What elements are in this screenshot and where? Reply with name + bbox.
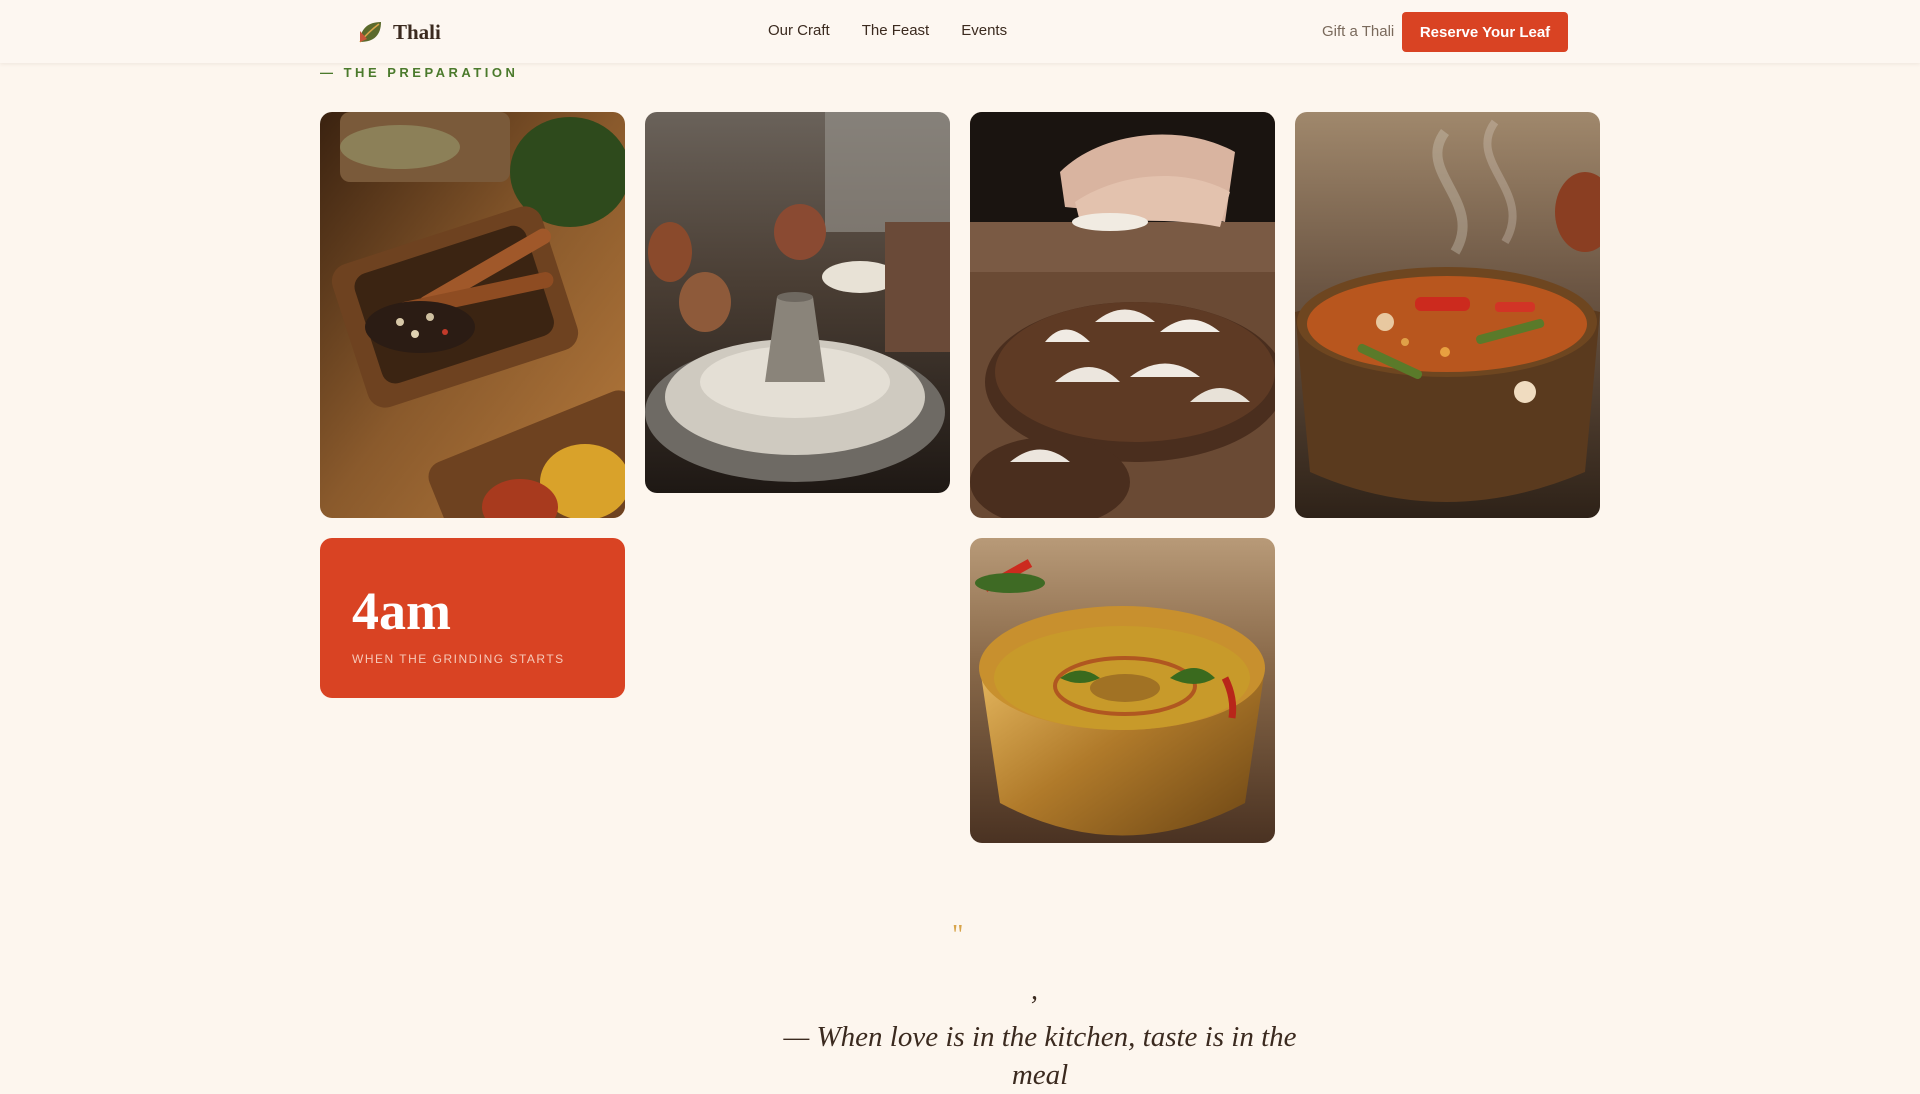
leaf-icon: [359, 22, 381, 43]
section-label: — THE PREPARATION: [320, 65, 519, 80]
gift-thali-link[interactable]: Gift a Thali: [1322, 23, 1394, 40]
reserve-button[interactable]: Reserve Your Leaf: [1402, 12, 1568, 52]
quote-text: — When love is in the kitchen, taste is …: [783, 1021, 1297, 1091]
brand-logo[interactable]: Thali: [357, 19, 441, 45]
quote-mark-icon: ": [952, 920, 964, 951]
quote-lead: ,: [1031, 975, 1038, 1006]
curry-bowl-photo: [1295, 112, 1600, 518]
site-header: Thali Our Craft The Feast Events Gift a …: [0, 0, 1920, 63]
spices-photo: [320, 112, 625, 518]
brand-name: Thali: [393, 19, 441, 44]
stat-card: 4am WHEN THE GRINDING STARTS: [320, 538, 625, 698]
nav-our-craft[interactable]: Our Craft: [768, 22, 830, 39]
stone-grinder-photo: [645, 112, 950, 493]
main-nav: Our Craft The Feast Events: [768, 22, 1007, 39]
nav-events[interactable]: Events: [961, 22, 1007, 39]
nav-the-feast[interactable]: The Feast: [862, 22, 930, 39]
dumplings-photo: [970, 112, 1275, 518]
stat-label: WHEN THE GRINDING STARTS: [352, 652, 565, 666]
dal-bowl-photo: [970, 538, 1275, 843]
stat-value: 4am: [352, 581, 451, 641]
